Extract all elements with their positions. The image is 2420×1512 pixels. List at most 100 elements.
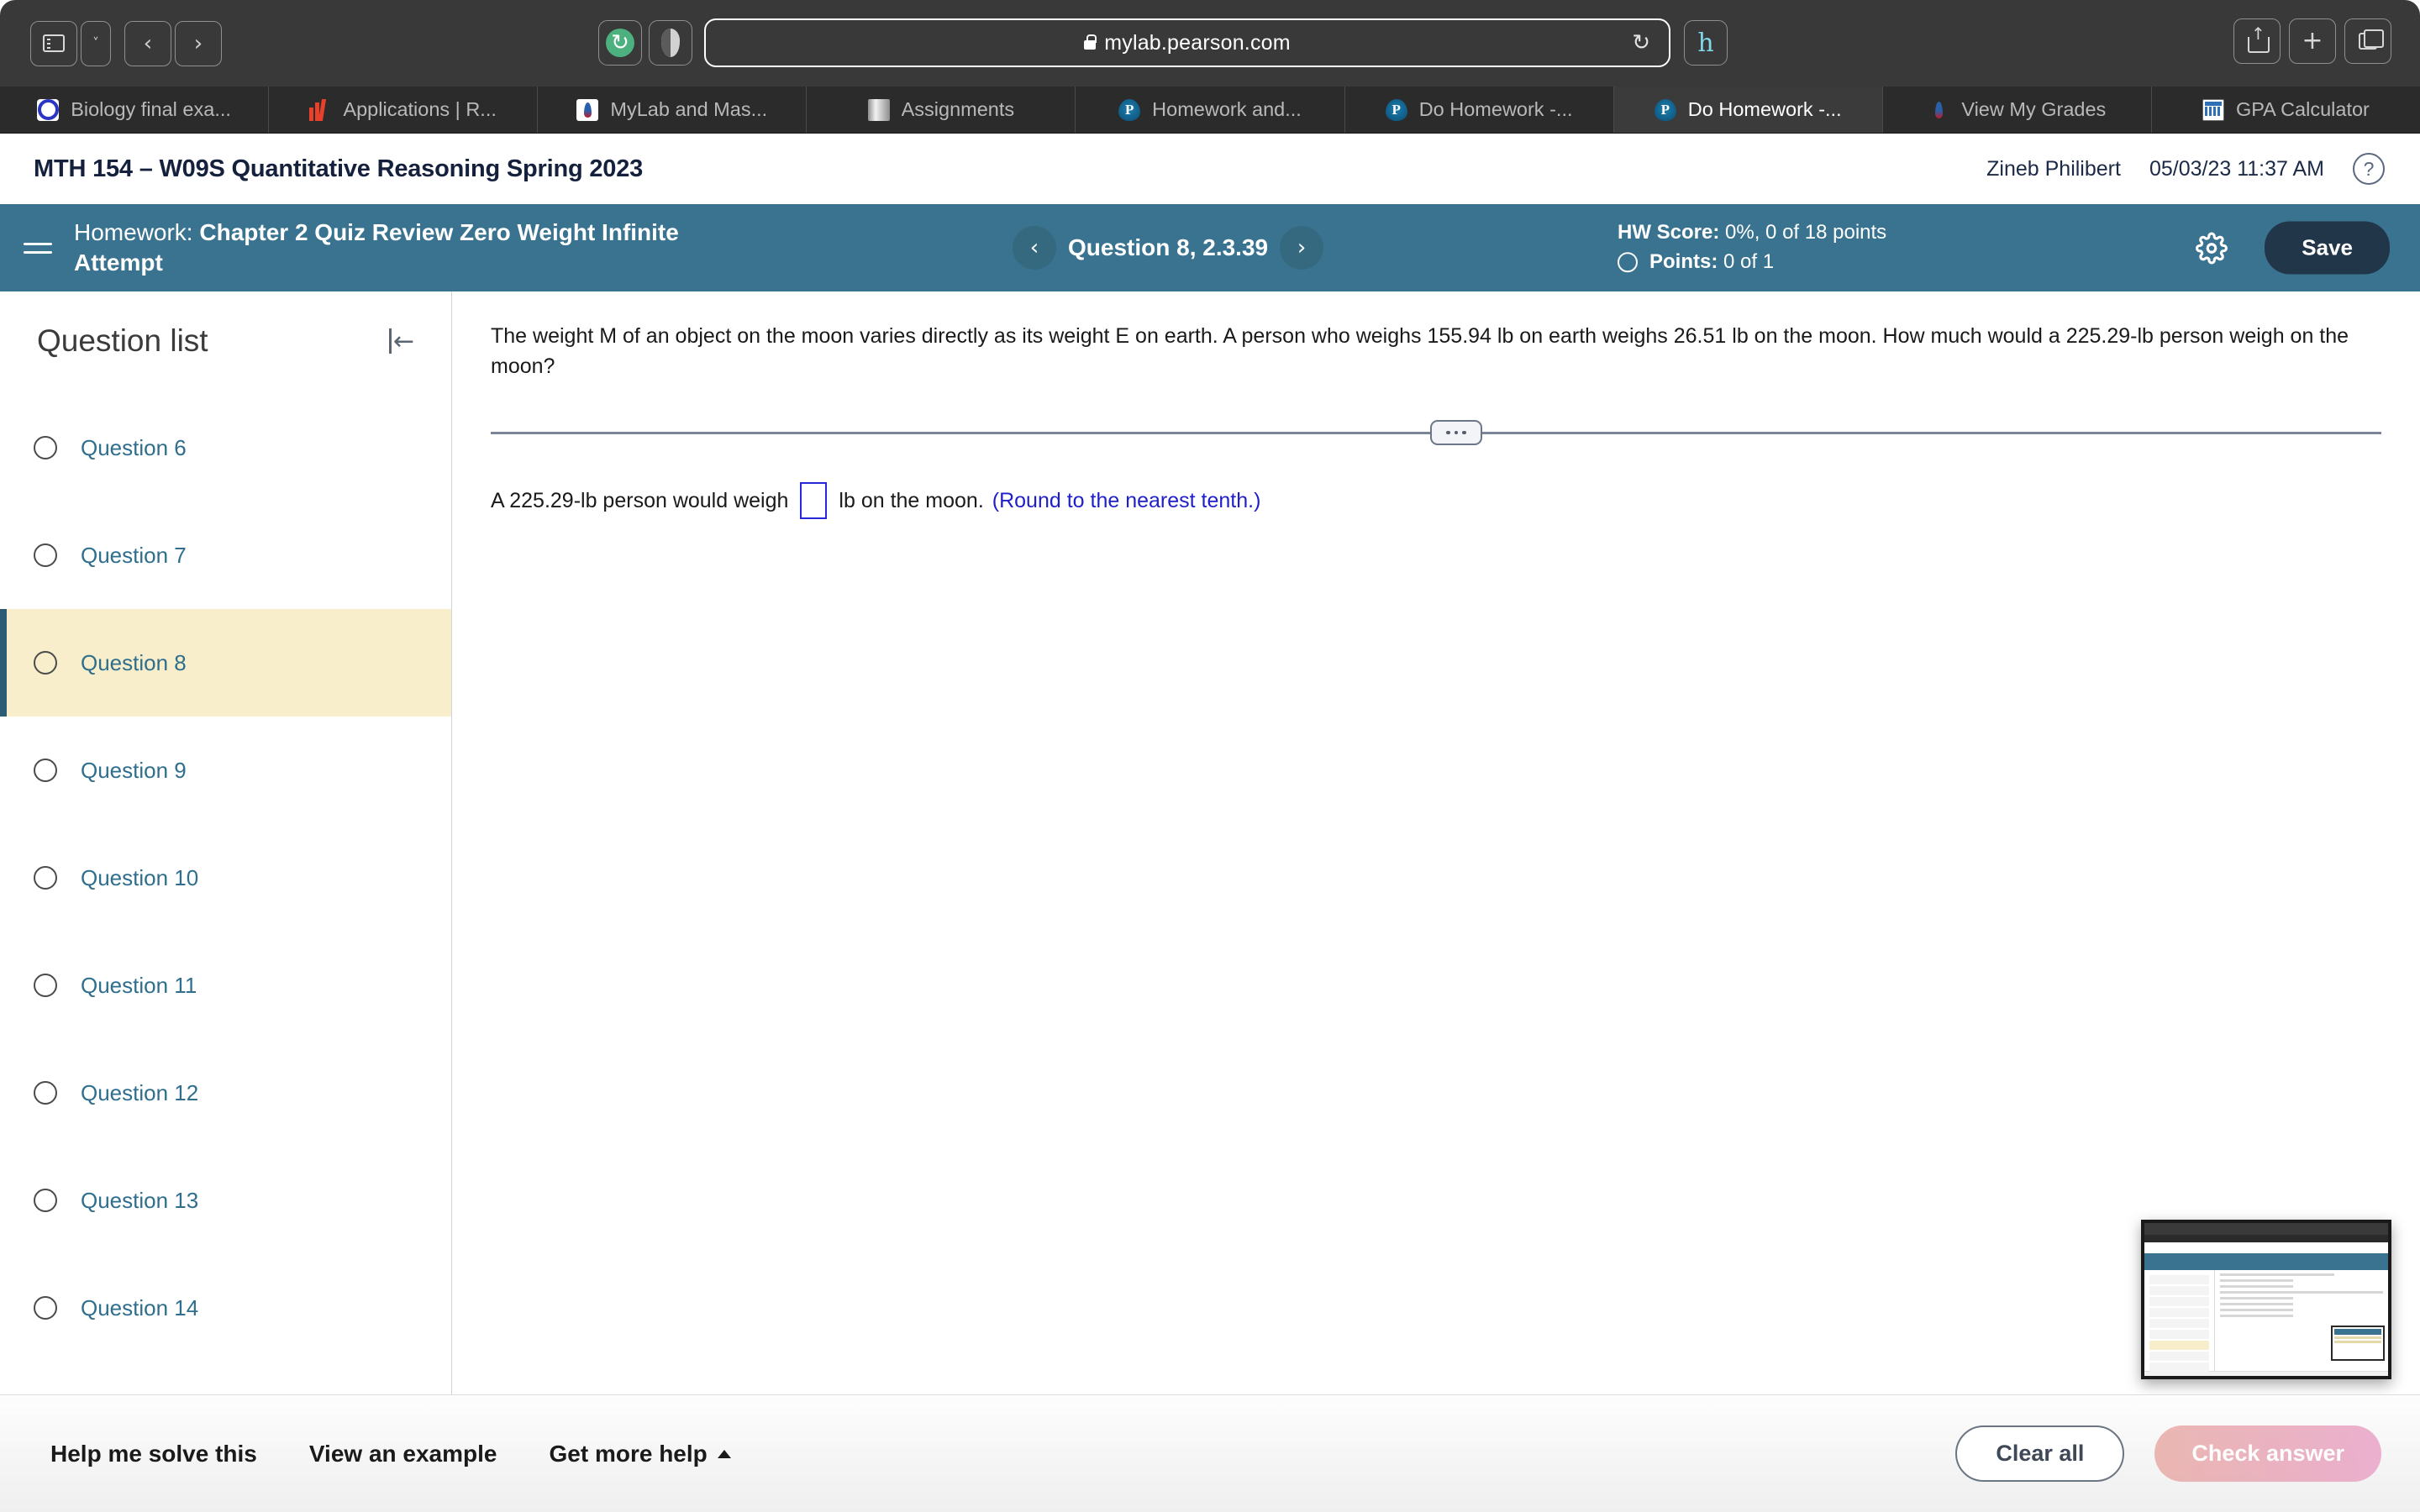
homework-title: Homework: Chapter 2 Quiz Review Zero Wei… bbox=[74, 218, 746, 278]
address-bar[interactable]: mylab.pearson.com ↻ bbox=[704, 18, 1670, 67]
pearson-favicon: P bbox=[1385, 98, 1407, 121]
gear-icon[interactable] bbox=[2196, 232, 2228, 264]
browser-window: ˅ ‹ › ↻ mylab.pearson.com ↻ h ↑ + Biolog… bbox=[0, 0, 2420, 1512]
answer-input[interactable] bbox=[800, 482, 828, 519]
panel-divider bbox=[491, 420, 2381, 445]
sidebar-item-question-12[interactable]: Question 12 bbox=[0, 1039, 451, 1147]
tab-overview-icon[interactable] bbox=[2344, 18, 2391, 64]
check-answer-button[interactable]: Check answer bbox=[2154, 1425, 2381, 1482]
question-status-icon bbox=[34, 759, 57, 782]
homework-actions: Save bbox=[2196, 221, 2390, 275]
sidebar-toggle-icon[interactable] bbox=[30, 20, 77, 66]
course-header: MTH 154 – W09S Quantitative Reasoning Sp… bbox=[0, 134, 2420, 204]
points-row: Points: 0 of 1 bbox=[1618, 248, 1886, 277]
thumb-homework-bar bbox=[2144, 1253, 2388, 1270]
hypothesis-extension-icon[interactable]: h bbox=[1684, 20, 1728, 66]
question-list-title: Question list bbox=[37, 323, 208, 358]
next-question-button[interactable]: › bbox=[1280, 226, 1324, 270]
tab-label: GPA Calculator bbox=[2235, 98, 2370, 120]
sidebar-item-question-9[interactable]: Question 9 bbox=[0, 717, 451, 824]
thumb-footer bbox=[2144, 1371, 2388, 1376]
browser-tab-7-active[interactable]: P Do Homework -... bbox=[1613, 87, 1883, 133]
question-status-icon bbox=[34, 974, 57, 997]
tab-label: Do Homework -... bbox=[1418, 98, 1573, 120]
help-me-solve-this-button[interactable]: Help me solve this bbox=[50, 1441, 257, 1467]
browser-tab-2[interactable]: Applications | R... bbox=[269, 87, 539, 133]
sidebar-dropdown-icon[interactable]: ˅ bbox=[81, 20, 111, 66]
view-an-example-button[interactable]: View an example bbox=[309, 1441, 497, 1467]
browser-tab-5[interactable]: P Homework and... bbox=[1076, 87, 1345, 133]
question-status-icon bbox=[34, 1189, 57, 1212]
get-more-help-button[interactable]: Get more help bbox=[549, 1441, 731, 1467]
homework-label: Homework: bbox=[74, 219, 193, 246]
applications-favicon bbox=[309, 98, 331, 121]
drag-handle-dots-icon[interactable] bbox=[1430, 420, 1482, 445]
thumb-inner-mini bbox=[2331, 1326, 2385, 1361]
answer-action-group: Clear all Check answer bbox=[1955, 1425, 2381, 1482]
sidebar-item-question-10[interactable]: Question 10 bbox=[0, 824, 451, 932]
page-title: MTH 154 – W09S Quantitative Reasoning Sp… bbox=[34, 155, 644, 182]
sidebar-item-question-7[interactable]: Question 7 bbox=[0, 501, 451, 609]
browser-tab-9[interactable]: GPA Calculator bbox=[2152, 87, 2420, 133]
browser-tab-3[interactable]: MyLab and Mas... bbox=[538, 87, 808, 133]
assignments-favicon bbox=[867, 98, 890, 121]
bottom-toolbar: Help me solve this View an example Get m… bbox=[0, 1394, 2420, 1512]
workspace: Question list ← Question 6 Question 7 Qu… bbox=[0, 291, 2420, 1394]
reload-icon[interactable]: ↻ bbox=[1632, 30, 1650, 55]
question-item-label: Question 13 bbox=[81, 1187, 199, 1213]
question-prompt: The weight M of an object on the moon va… bbox=[491, 324, 2349, 378]
hw-score-label: HW Score: bbox=[1618, 221, 1720, 244]
lock-icon bbox=[1084, 34, 1097, 50]
screenshot-thumbnail-preview[interactable] bbox=[2141, 1220, 2391, 1379]
new-tab-icon[interactable]: + bbox=[2289, 18, 2336, 64]
browser-tab-8[interactable]: View My Grades bbox=[1883, 87, 2152, 133]
tab-label: Applications | R... bbox=[343, 98, 497, 120]
calculator-favicon bbox=[2202, 98, 2224, 121]
url-text: mylab.pearson.com bbox=[1104, 30, 1291, 55]
thumb-tab-strip bbox=[2144, 1235, 2388, 1242]
sidebar-item-question-14[interactable]: Question 14 bbox=[0, 1254, 451, 1362]
answer-prefix-text: A 225.29-lb person would weigh bbox=[491, 488, 789, 512]
browser-tab-6[interactable]: P Do Homework -... bbox=[1345, 87, 1614, 133]
question-item-label: Question 8 bbox=[81, 649, 187, 675]
tab-label: Assignments bbox=[901, 98, 1015, 120]
browser-tab-4[interactable]: Assignments bbox=[807, 87, 1076, 133]
hamburger-menu-icon[interactable] bbox=[24, 242, 52, 254]
forward-arrow-icon[interactable]: › bbox=[175, 20, 222, 66]
current-question-label: Question 8, 2.3.39 bbox=[1068, 234, 1269, 260]
thumb-page-header bbox=[2144, 1242, 2388, 1253]
points-status-icon bbox=[1618, 252, 1638, 273]
toolbar-right-group: + bbox=[2233, 18, 2391, 64]
question-items: Question 6 Question 7 Question 8 Questio… bbox=[0, 394, 451, 1362]
question-item-label: Question 7 bbox=[81, 542, 187, 568]
save-button[interactable]: Save bbox=[2265, 221, 2390, 275]
collapse-panel-icon[interactable]: ← bbox=[389, 327, 414, 356]
tab-label: Homework and... bbox=[1152, 98, 1302, 120]
question-item-label: Question 9 bbox=[81, 757, 187, 783]
browser-tab-1[interactable]: Biology final exa... bbox=[0, 87, 270, 133]
tab-label: Do Homework -... bbox=[1687, 98, 1842, 120]
back-arrow-icon[interactable]: ‹ bbox=[124, 20, 171, 66]
clear-all-button[interactable]: Clear all bbox=[1955, 1425, 2125, 1482]
answer-suffix-text: lb on the moon. bbox=[839, 488, 984, 512]
question-navigator: ‹ Question 8, 2.3.39 › bbox=[1013, 226, 1324, 270]
rounding-note: (Round to the nearest tenth.) bbox=[992, 488, 1261, 512]
points-value: 0 of 1 bbox=[1723, 250, 1775, 273]
share-icon[interactable] bbox=[2233, 18, 2281, 64]
sidebar-item-question-8[interactable]: Question 8 bbox=[0, 609, 451, 717]
question-list-panel: Question list ← Question 6 Question 7 Qu… bbox=[0, 291, 452, 1394]
address-bar-group: ↻ mylab.pearson.com ↻ h bbox=[598, 18, 1728, 67]
grammarly-extension-icon[interactable]: ↻ bbox=[598, 20, 642, 66]
question-status-icon bbox=[34, 866, 57, 890]
ghostery-extension-icon[interactable] bbox=[649, 20, 692, 66]
browser-toolbar: ˅ ‹ › ↻ mylab.pearson.com ↻ h ↑ + bbox=[0, 0, 2420, 87]
pearson-favicon: P bbox=[1118, 98, 1141, 121]
tab-strip: Biology final exa... Applications | R...… bbox=[0, 87, 2420, 134]
question-mark-icon[interactable]: ? bbox=[2353, 153, 2385, 185]
previous-question-button[interactable]: ‹ bbox=[1013, 226, 1056, 270]
sidebar-item-question-11[interactable]: Question 11 bbox=[0, 932, 451, 1039]
sidebar-item-question-6[interactable]: Question 6 bbox=[0, 394, 451, 501]
answer-row: A 225.29-lb person would weigh lb on the… bbox=[491, 482, 2381, 519]
hw-score-value: 0%, 0 of 18 points bbox=[1725, 221, 1887, 244]
sidebar-item-question-13[interactable]: Question 13 bbox=[0, 1147, 451, 1254]
